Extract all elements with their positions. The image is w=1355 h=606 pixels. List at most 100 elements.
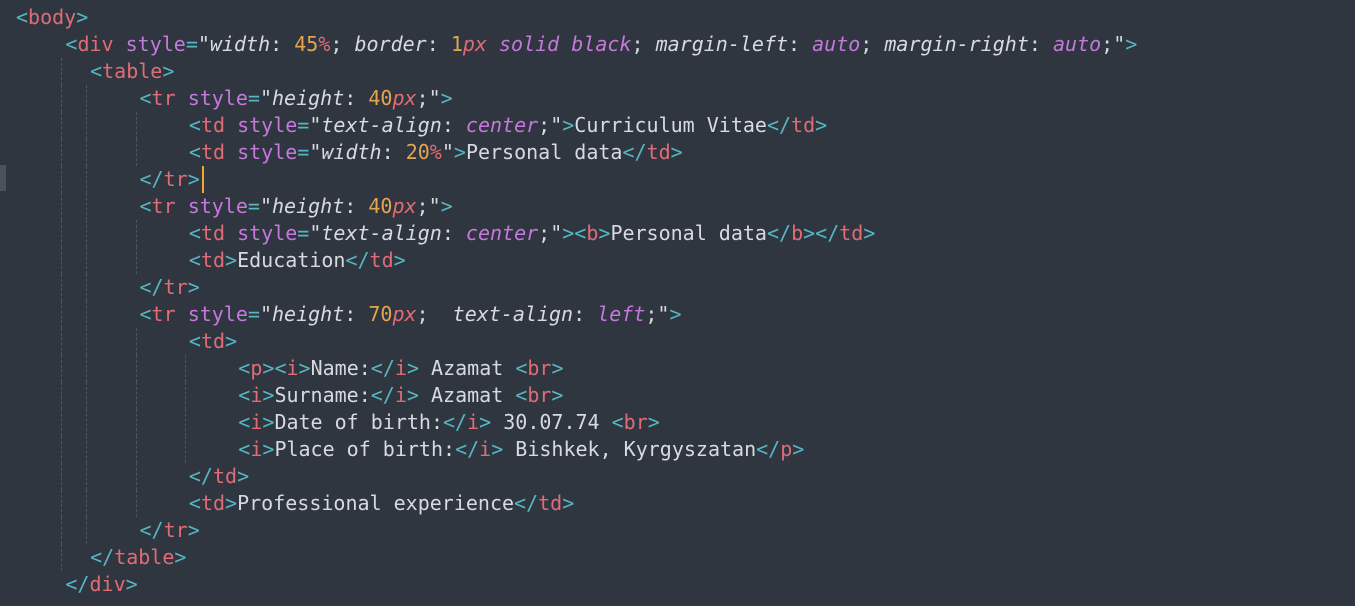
- indent-guide: [135, 328, 137, 355]
- code-token-unit: px: [392, 302, 417, 326]
- code-token-text: ;: [330, 32, 355, 56]
- code-token-punc: >: [551, 383, 564, 407]
- code-token-punc: >: [562, 113, 575, 137]
- code-token-text: Name:: [310, 356, 371, 380]
- code-line[interactable]: <i>Place of birth:</i> Bishkek, Kyrgysza…: [238, 436, 804, 463]
- indent-guide: [184, 355, 186, 382]
- code-token-punc: <: [515, 383, 528, 407]
- code-line[interactable]: </tr>: [140, 274, 200, 301]
- indent-guide: [135, 220, 137, 247]
- indent-guide: [135, 355, 137, 382]
- code-line[interactable]: </tr>: [140, 166, 200, 193]
- code-token-prop: margin-right: [884, 32, 1029, 56]
- code-line[interactable]: <table>: [90, 58, 174, 85]
- code-token-text: Personal data: [465, 140, 623, 164]
- code-line[interactable]: <td>Education</td>: [189, 247, 406, 274]
- code-token-str: ": [428, 86, 441, 110]
- code-line[interactable]: <body>: [16, 4, 88, 31]
- code-token-attr: style: [187, 194, 248, 218]
- code-line[interactable]: <i>Surname:</i> Azamat <br>: [238, 382, 563, 409]
- code-editor[interactable]: <body> <div style="width: 45%; border: 1p…: [0, 0, 1355, 606]
- code-line[interactable]: <td style="width: 20%">Personal data</td…: [189, 139, 683, 166]
- code-token-tag: p: [250, 356, 263, 380]
- code-line[interactable]: </tr>: [140, 517, 200, 544]
- code-line[interactable]: <i>Date of birth:</i> 30.07.74 <br>: [238, 409, 660, 436]
- code-token-punc: </: [370, 383, 395, 407]
- code-line[interactable]: <tr style="height: 70px; text-align: lef…: [140, 301, 682, 328]
- code-line[interactable]: <td>Professional experience</td>: [189, 490, 574, 517]
- code-token-text: Date of birth:: [274, 410, 444, 434]
- code-token-text: Personal data: [610, 221, 767, 245]
- code-token-str: ": [657, 302, 670, 326]
- indent-guide: [61, 220, 63, 247]
- code-token-punc: <: [574, 221, 587, 245]
- code-token-tag: i: [250, 437, 263, 461]
- code-token-punc: </: [766, 221, 792, 245]
- code-line[interactable]: <tr style="height: 40px;">: [140, 193, 453, 220]
- code-token-tag: div: [89, 572, 126, 596]
- code-token-unit: px: [392, 194, 417, 218]
- code-token-tag: td: [200, 491, 226, 515]
- code-token-str: ": [259, 194, 272, 218]
- code-token-punc: >: [237, 464, 250, 488]
- code-token-punc: >: [225, 329, 238, 353]
- code-token-num: 45: [294, 32, 319, 56]
- code-token-punc: >: [669, 302, 682, 326]
- code-line[interactable]: </table>: [90, 544, 186, 571]
- code-line[interactable]: <td>: [189, 328, 237, 355]
- code-token-kw: center: [465, 113, 539, 137]
- code-token-punc: >: [1125, 32, 1138, 56]
- code-token-tag: tr: [151, 302, 176, 326]
- code-token-punc: <: [515, 356, 528, 380]
- code-token-punc: <: [65, 32, 78, 56]
- code-token-tag: b: [791, 221, 804, 245]
- indent-guide: [184, 409, 186, 436]
- code-token-prop: border: [354, 32, 427, 56]
- code-token-text: Education: [237, 248, 346, 272]
- code-token-unit: %: [318, 32, 331, 56]
- code-line[interactable]: <td style="text-align: center;"><b>Perso…: [189, 220, 876, 247]
- code-token-str: ": [309, 221, 322, 245]
- code-token-tag: td: [369, 248, 394, 272]
- code-token-tag: td: [200, 329, 226, 353]
- indent-guide: [86, 112, 88, 139]
- code-line[interactable]: <tr style="height: 40px;">: [140, 85, 453, 112]
- code-token-punc: <: [90, 59, 103, 83]
- code-token-str: ": [309, 140, 322, 164]
- code-token-tag: td: [212, 464, 238, 488]
- code-token-punc: >: [225, 491, 238, 515]
- indent-guide: [61, 166, 63, 193]
- indent-guide: [184, 382, 186, 409]
- code-token-text: ;: [860, 32, 885, 56]
- indent-guide: [135, 382, 137, 409]
- code-token-tag: i: [250, 410, 263, 434]
- code-token-prop: height: [272, 86, 345, 110]
- code-token-punc: </: [65, 572, 90, 596]
- code-token-num: 20: [405, 140, 430, 164]
- code-token-str: ": [259, 86, 272, 110]
- code-token-punc: <: [238, 383, 251, 407]
- code-token-punc: >: [440, 194, 453, 218]
- code-token-tag: tr: [163, 518, 188, 542]
- indent-guide: [86, 166, 88, 193]
- code-line[interactable]: </td>: [189, 463, 249, 490]
- code-line[interactable]: <div style="width: 45%; border: 1px soli…: [65, 31, 1137, 58]
- text-cursor: [202, 166, 204, 193]
- code-token-punc: >: [262, 437, 275, 461]
- code-line[interactable]: <p><i>Name:</i> Azamat <br>: [238, 355, 563, 382]
- indent-guide: [86, 220, 88, 247]
- code-token-str: ": [550, 113, 563, 137]
- code-token-text: Surname:: [274, 383, 371, 407]
- code-line[interactable]: </div>: [65, 571, 137, 598]
- code-token-tag: td: [200, 221, 226, 245]
- code-token-text: ;: [1101, 32, 1114, 56]
- code-line[interactable]: <td style="text-align: center;">Curricul…: [189, 112, 827, 139]
- code-token-punc: </: [766, 113, 792, 137]
- code-token-punc: =: [185, 32, 198, 56]
- code-token-tag: table: [114, 545, 175, 569]
